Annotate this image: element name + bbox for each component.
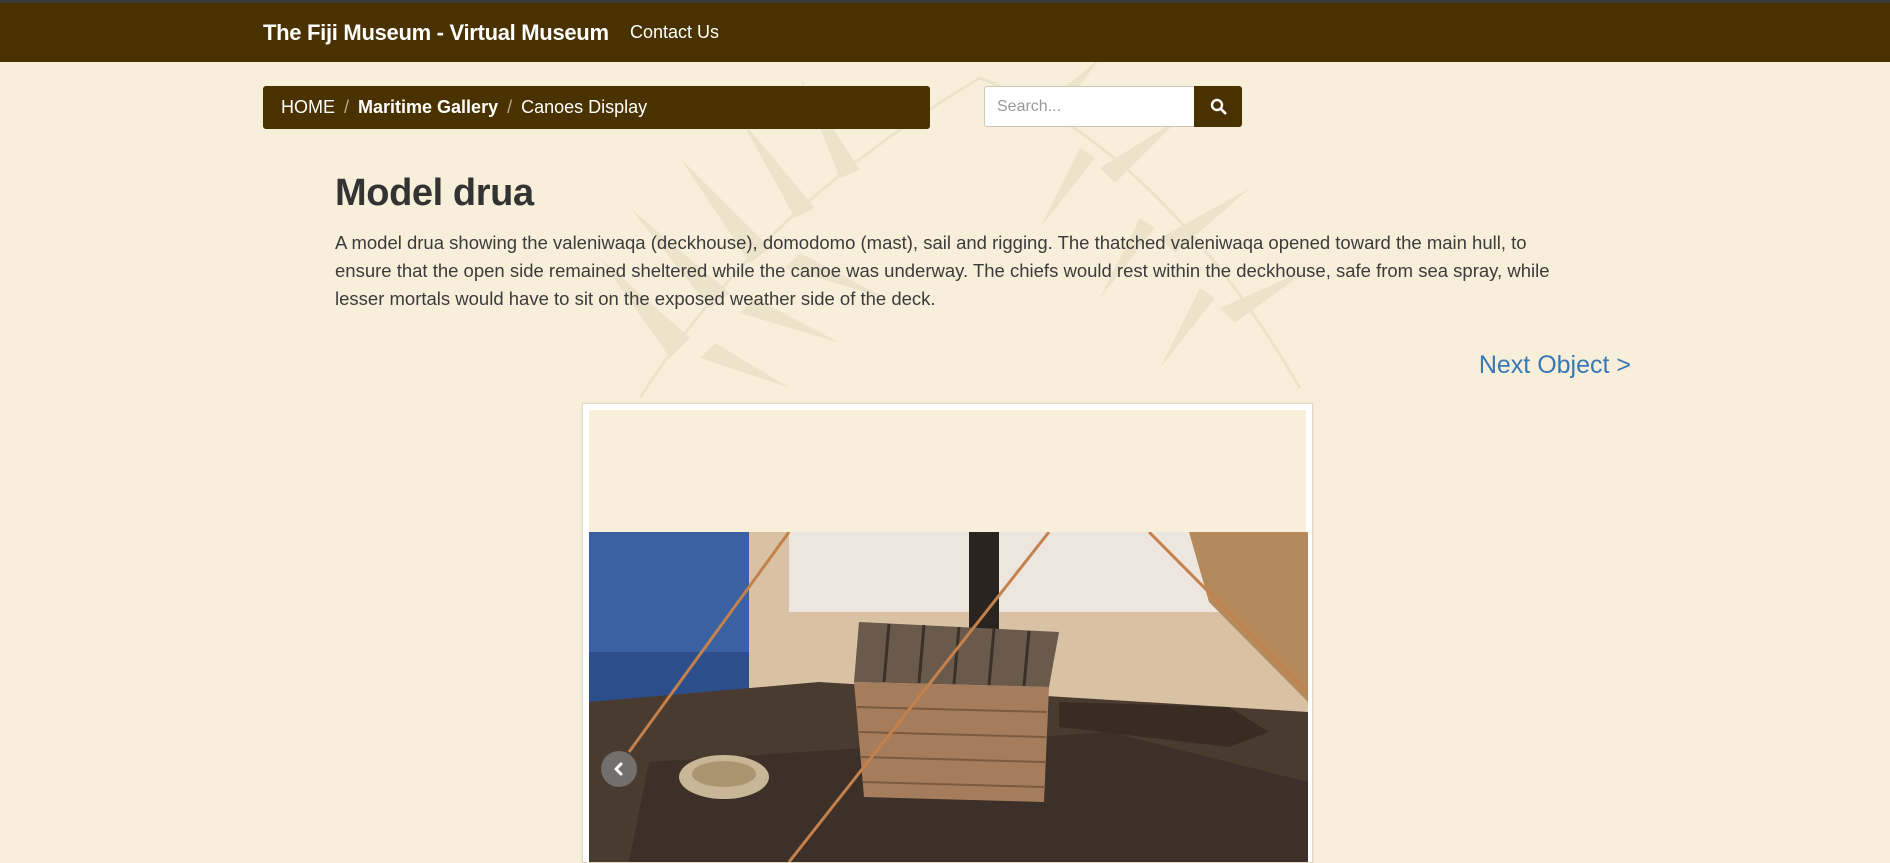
- search-form: [984, 86, 1242, 127]
- image-gallery: [582, 403, 1313, 863]
- drua-model-photo: [589, 532, 1308, 862]
- breadcrumb-separator: /: [507, 97, 513, 117]
- breadcrumb-home-link[interactable]: HOME: [281, 97, 335, 118]
- breadcrumb-current: Canoes Display: [521, 97, 648, 117]
- breadcrumb-separator: /: [344, 97, 350, 117]
- search-button[interactable]: [1194, 86, 1242, 127]
- top-navbar: The Fiji Museum - Virtual Museum Contact…: [0, 0, 1890, 62]
- breadcrumb-gallery-link[interactable]: Maritime Gallery: [358, 97, 498, 118]
- gallery-prev-button[interactable]: [601, 751, 637, 787]
- object-description: A model drua showing the valeniwaqa (dec…: [335, 232, 1550, 309]
- site-brand-link[interactable]: The Fiji Museum - Virtual Museum: [263, 20, 609, 46]
- gallery-header-area: [589, 410, 1306, 532]
- object-title: Model drua: [335, 172, 534, 214]
- breadcrumb: HOME / Maritime Gallery / Canoes Display: [263, 86, 930, 129]
- search-icon: [1210, 98, 1226, 115]
- search-input[interactable]: [984, 86, 1194, 127]
- contact-us-link[interactable]: Contact Us: [630, 22, 719, 43]
- next-object-link[interactable]: Next Object >: [1479, 351, 1631, 380]
- chevron-left-icon: [614, 762, 623, 776]
